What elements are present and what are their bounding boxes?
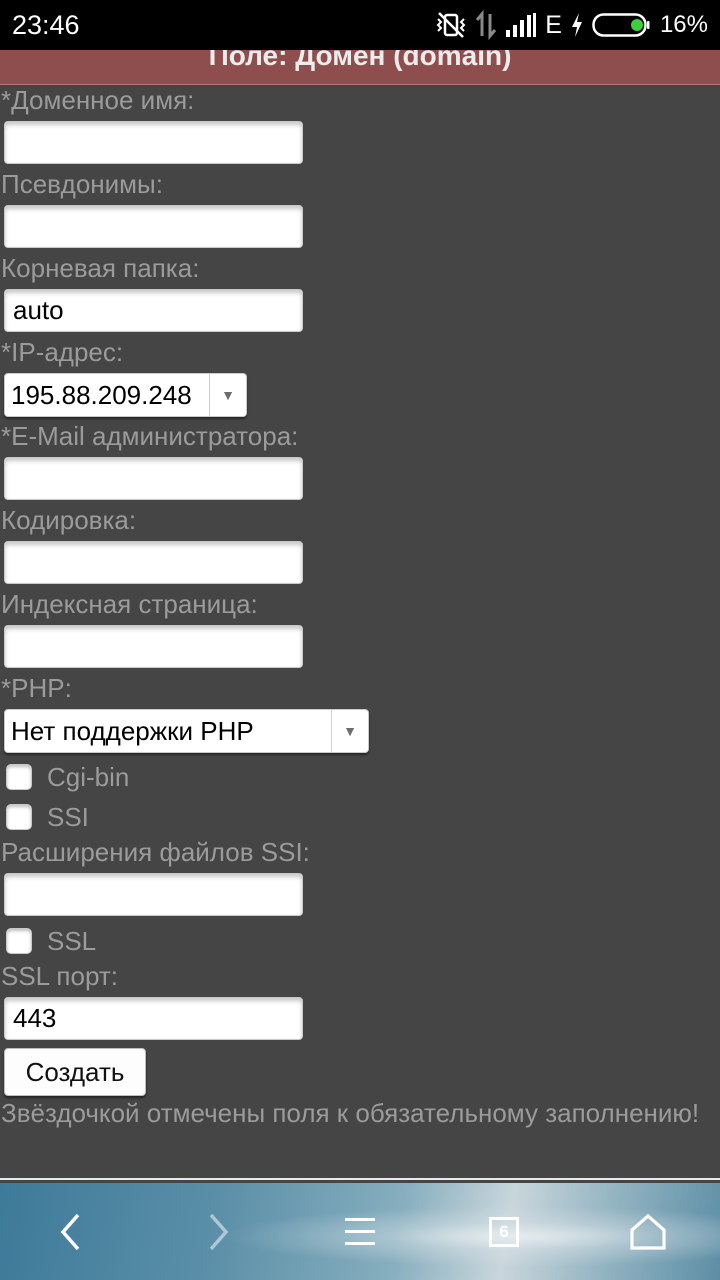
status-time: 23:46: [12, 10, 80, 40]
dropdown-arrow-icon: ▼: [209, 374, 246, 416]
status-bar: 23:46 E 16%: [0, 0, 720, 50]
home-button[interactable]: [618, 1207, 678, 1257]
ssi-checkbox[interactable]: [6, 804, 32, 830]
cgi-bin-option: Cgi-bin: [6, 762, 129, 792]
network-type: E: [545, 11, 562, 39]
menu-button[interactable]: [330, 1207, 390, 1257]
aliases-label: Псевдонимы:: [1, 169, 163, 199]
home-icon: [630, 1213, 666, 1250]
domain-name-label: *Доменное имя:: [1, 85, 195, 115]
index-page-input[interactable]: [4, 625, 303, 668]
php-value: Нет поддержки PHP: [11, 715, 254, 746]
required-fields-note: Звёздочкой отмечены поля к обязательному…: [1, 1098, 700, 1128]
charging-icon: [570, 12, 584, 38]
battery-icon: [592, 13, 650, 37]
root-folder-input[interactable]: [4, 289, 303, 332]
ip-address-value: 195.88.209.248: [11, 379, 192, 410]
index-page-label: Индексная страница:: [1, 589, 258, 619]
ssi-extensions-label: Расширения файлов SSI:: [1, 837, 310, 867]
tabs-icon: 6: [489, 1217, 519, 1247]
signal-icon: [505, 12, 537, 38]
encoding-label: Кодировка:: [1, 505, 137, 535]
ssl-port-input[interactable]: [4, 997, 303, 1040]
ssl-port-label: SSL порт:: [1, 961, 118, 991]
data-transfer-icon: [475, 10, 497, 40]
battery-percent: 16%: [659, 11, 708, 38]
ssi-option: SSI: [6, 802, 89, 832]
cgi-bin-checkbox[interactable]: [6, 764, 32, 790]
back-icon: [60, 1213, 80, 1251]
ssi-extensions-input[interactable]: [4, 873, 303, 916]
vibrate-off-icon: [435, 10, 467, 40]
forward-button[interactable]: [188, 1207, 248, 1257]
tabs-button[interactable]: 6: [474, 1207, 534, 1257]
ssl-label: SSL: [47, 926, 97, 956]
admin-email-input[interactable]: [4, 457, 303, 500]
ip-address-select[interactable]: 195.88.209.248 ▼: [4, 373, 247, 417]
browser-toolbar: 6: [0, 1183, 720, 1280]
menu-icon: [345, 1218, 375, 1245]
cgi-bin-label: Cgi-bin: [47, 762, 130, 792]
create-button[interactable]: Создать: [4, 1048, 146, 1096]
php-select[interactable]: Нет поддержки PHP ▼: [4, 709, 369, 753]
back-button[interactable]: [41, 1207, 101, 1257]
status-icons: E 16%: [435, 8, 708, 42]
php-label: *PHP:: [1, 673, 72, 703]
dropdown-arrow-icon: ▼: [331, 710, 368, 752]
ssl-checkbox[interactable]: [6, 928, 32, 954]
admin-email-label: *E-Mail администратора:: [1, 421, 299, 451]
page-title: Поле: Домен (domain): [208, 50, 512, 71]
ip-address-label: *IP-адрес:: [1, 337, 124, 367]
aliases-input[interactable]: [4, 205, 303, 248]
ssi-label: SSI: [47, 802, 89, 832]
page-header: Поле: Домен (domain): [0, 50, 720, 85]
domain-name-input[interactable]: [4, 121, 303, 164]
encoding-input[interactable]: [4, 541, 303, 584]
root-folder-label: Корневая папка:: [1, 253, 200, 283]
forward-icon: [209, 1213, 229, 1251]
divider: [0, 1178, 720, 1180]
ssl-option: SSL: [6, 926, 96, 956]
